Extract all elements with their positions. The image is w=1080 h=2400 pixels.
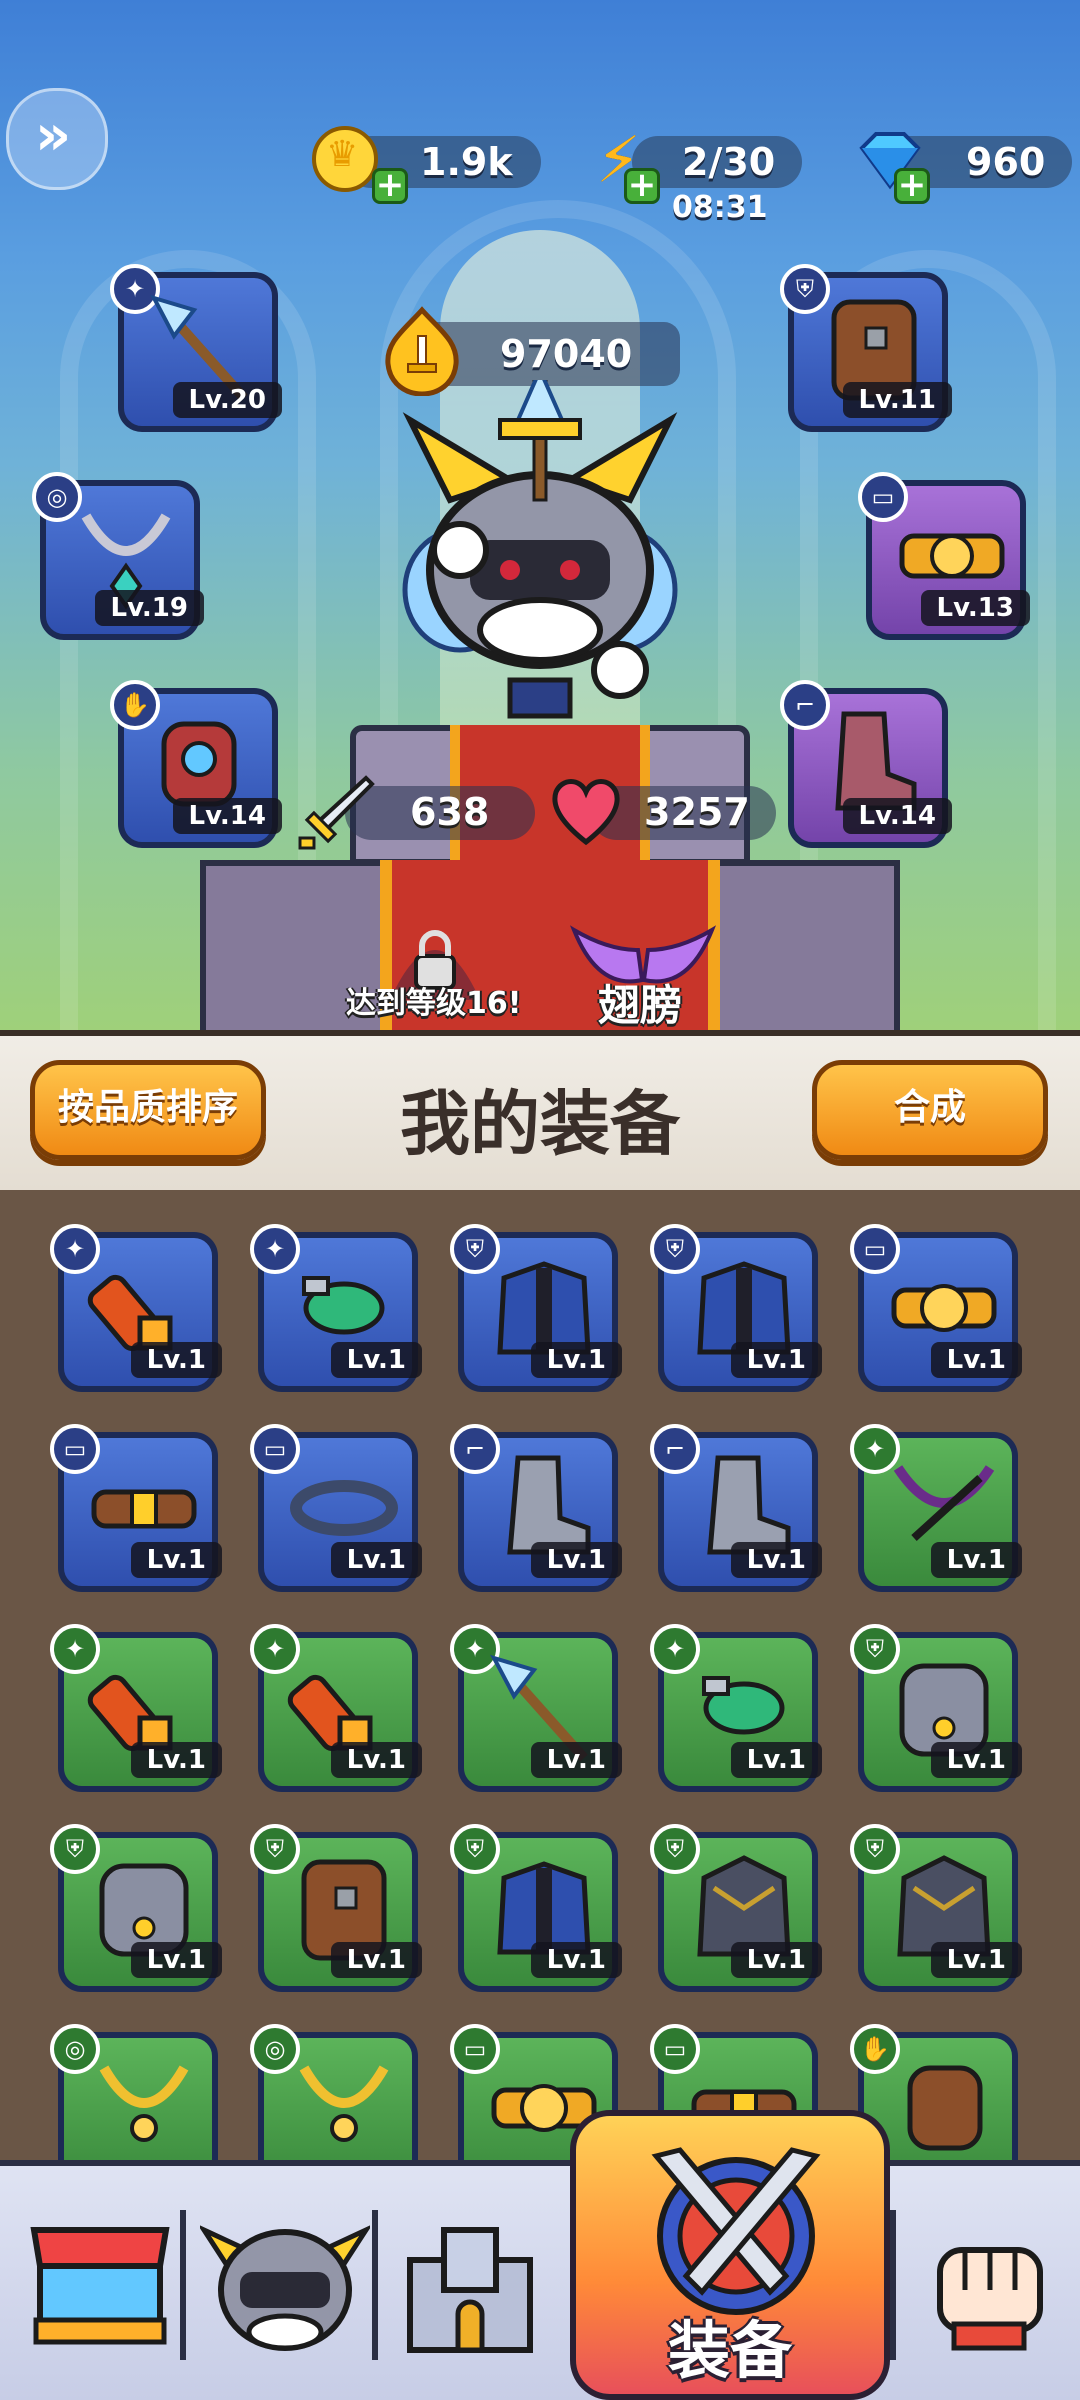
sword-icon [298,775,375,850]
level-tag: Lv.1 [330,1542,422,1578]
fist-icon [937,2247,1043,2351]
sort-by-quality-button[interactable]: 按品质排序 [30,1060,266,1160]
wings-label: 翅膀 [598,981,683,1030]
level-tag: Lv.1 [130,1342,222,1378]
gems-amount: 960 [966,140,1046,184]
combat-power-value: 97040 [500,332,633,376]
level-tag: Lv.1 [330,1742,422,1778]
locked-slot-text: 达到等级16! [346,986,522,1021]
double-chevron-right-icon: » [35,103,72,168]
inventory-item[interactable]: ⌐ Lv.1 [650,1424,822,1592]
gold-crown-icon: ♛ [312,126,378,192]
add-gems-button[interactable]: + [894,168,930,204]
level-tag: Lv.1 [330,1942,422,1978]
inventory-item[interactable]: ⛨ Lv.1 [50,1824,222,1992]
nav-equipment-label: 装备 [667,2314,792,2387]
nav-battle-tab[interactable] [920,2220,1060,2360]
add-gold-button[interactable]: + [372,168,408,204]
page-title: 我的装备 [400,1083,680,1165]
level-tag: Lv.1 [730,1342,822,1378]
level-tag: Lv.1 [930,1542,1022,1578]
equipped-weapon-slot[interactable]: ✦ Lv.20 [110,264,282,432]
nav-divider [180,2210,186,2360]
necklace-icon [299,2065,389,2142]
nav-shop-tab[interactable] [20,2210,180,2350]
level-tag: Lv.14 [842,798,952,834]
merge-button[interactable]: 合成 [812,1060,1048,1160]
necklace-icon [99,2065,189,2142]
gold-amount: 1.9k [420,140,513,184]
energy-amount: 2/30 [682,140,776,184]
inventory-item[interactable]: ▭ Lv.1 [250,1424,422,1592]
inventory-item[interactable]: ✦ Lv.1 [50,1224,222,1392]
level-tag: Lv.1 [130,1542,222,1578]
nav-castle-tab[interactable] [390,2210,550,2360]
inventory-item[interactable]: ⌐ Lv.1 [450,1424,622,1592]
level-tag: Lv.13 [920,590,1030,626]
equipped-necklace-slot[interactable]: ◎ Lv.19 [32,472,204,640]
inventory-item[interactable]: ⛨ Lv.1 [250,1824,422,1992]
attack-value: 638 [410,790,490,834]
level-tag: Lv.1 [730,1742,822,1778]
equipped-glove-slot[interactable]: ✋ Lv.14 [110,680,282,848]
level-tag: Lv.1 [930,1342,1022,1378]
level-tag: Lv.14 [172,798,282,834]
inventory-item[interactable]: ✦ Lv.1 [650,1624,822,1792]
equipped-boots-slot[interactable]: ⌐ Lv.14 [780,680,952,848]
level-tag: Lv.1 [530,1542,622,1578]
inventory-item[interactable]: ✦ Lv.1 [50,1624,222,1792]
shop-icon [30,2227,170,2345]
energy-timer: 08:31 [672,190,768,225]
nav-divider [372,2210,378,2360]
level-tag: Lv.1 [130,1942,222,1978]
inventory-item[interactable]: ▭ Lv.1 [50,1424,222,1592]
inventory-item[interactable]: ⛨ Lv.1 [850,1824,1022,1992]
level-tag: Lv.1 [730,1942,822,1978]
inventory-item[interactable]: ⛨ Lv.1 [450,1824,622,1992]
inventory-item[interactable]: ⛨ Lv.1 [650,1224,822,1392]
level-tag: Lv.1 [930,1942,1022,1978]
inventory-grid: ✦ Lv.1 ✦ Lv.1 ⛨ Lv.1 ⛨ Lv.1 ▭ Lv.1 ▭ Lv.1 ▭ Lv.1 ⌐ Lv.1… [0,1190,1080,2192]
hero-character [402,380,678,719]
level-tag: Lv.11 [842,382,952,418]
nav-hero-tab[interactable] [197,2210,373,2360]
level-tag: Lv.1 [530,1942,622,1978]
hp-value: 3257 [644,790,750,834]
hero-helmet-icon [197,2224,373,2351]
inventory-item[interactable]: ▭ Lv.1 [850,1224,1022,1392]
expand-side-button[interactable]: » [6,88,108,190]
crossed-swords-icon [651,2147,821,2315]
inventory-item[interactable]: ✦ Lv.1 [850,1424,1022,1592]
inventory-item[interactable]: ⛨ Lv.1 [850,1624,1022,1792]
level-tag: Lv.19 [94,590,204,626]
castle-icon [407,2227,533,2353]
inventory-item[interactable]: ⛨ Lv.1 [650,1824,822,1992]
level-tag: Lv.1 [330,1342,422,1378]
nav-divider [890,2210,896,2360]
inventory-item[interactable]: ✦ Lv.1 [450,1624,622,1792]
inventory-item[interactable]: ✦ Lv.1 [250,1224,422,1392]
level-tag: Lv.1 [930,1742,1022,1778]
level-tag: Lv.1 [130,1742,222,1778]
equipped-armor-slot[interactable]: ⛨ Lv.11 [780,264,952,432]
level-tag: Lv.1 [530,1342,622,1378]
gauntlet-icon [907,2065,983,2151]
level-tag: Lv.1 [530,1742,622,1778]
heart-icon [552,779,620,846]
inventory-item[interactable]: ✦ Lv.1 [250,1624,422,1792]
level-tag: Lv.1 [730,1542,822,1578]
inventory-item[interactable]: ⛨ Lv.1 [450,1224,622,1392]
add-energy-button[interactable]: + [624,168,660,204]
equipped-belt-slot[interactable]: ▭ Lv.13 [858,472,1030,640]
level-tag: Lv.20 [172,382,282,418]
